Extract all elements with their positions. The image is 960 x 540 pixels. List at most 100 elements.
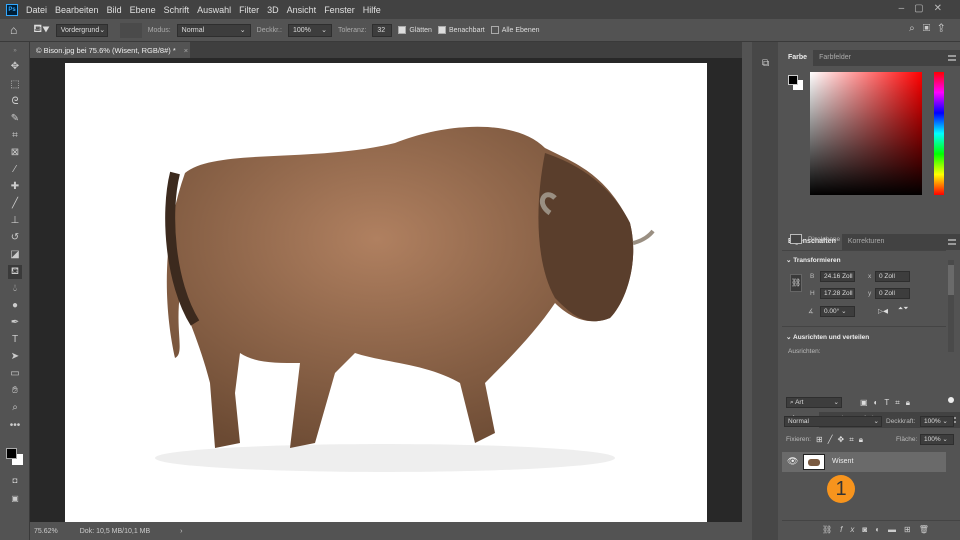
transform-section[interactable]: ⌄ Transformieren — [786, 256, 841, 264]
close-tab-icon[interactable]: × — [184, 46, 188, 55]
document-tab[interactable]: © Bison.jpg bei 75.6% (Wisent, RGB/8#) *… — [30, 42, 190, 58]
y-input[interactable]: 0 Zoll — [875, 288, 910, 299]
pen-tool-icon[interactable]: ✒ — [8, 316, 22, 330]
flip-horizontal-icon[interactable]: ▷◀ — [878, 307, 888, 315]
stamp-tool-icon[interactable]: ⊥ — [8, 214, 22, 228]
menu-ansicht[interactable]: Ansicht — [287, 5, 317, 15]
quick-mask-icon[interactable]: ◘ — [8, 474, 22, 488]
type-tool-icon[interactable]: T — [8, 333, 22, 347]
x-input[interactable]: 0 Zoll — [875, 271, 910, 282]
panel-menu-icon[interactable] — [948, 55, 956, 61]
all-layers-checkbox[interactable]: Alle Ebenen — [490, 26, 540, 34]
angle-input[interactable]: 0.00° ⌄ — [820, 306, 855, 317]
layer-filter-icons[interactable]: ▣◐T⌗🔒︎ — [860, 398, 916, 408]
visibility-eye-icon[interactable]: 👁︎ — [787, 456, 798, 467]
document-size: Dok: 10,5 MB/10,1 MB — [79, 527, 151, 535]
contiguous-checkbox[interactable]: Benachbart — [437, 26, 485, 34]
layer-filter-value: Art — [795, 399, 804, 406]
window-controls[interactable]: –▢✕ — [899, 3, 952, 14]
menu-bild[interactable]: Bild — [107, 5, 122, 15]
menu-bearbeiten[interactable]: Bearbeiten — [55, 5, 99, 15]
eraser-tool-icon[interactable]: ◪ — [8, 248, 22, 262]
menu-datei[interactable]: Datei — [26, 5, 47, 15]
smooth-checkbox[interactable]: Glätten — [398, 26, 432, 34]
height-input[interactable]: 17.28 Zoll — [820, 288, 855, 299]
menu-schrift[interactable]: Schrift — [164, 5, 190, 15]
frame-tool-icon[interactable]: ⊠ — [8, 146, 22, 160]
lasso-tool-icon[interactable]: ᘓ — [8, 95, 22, 109]
pixel-layer-icon — [790, 234, 802, 244]
layer-filter-select[interactable]: ⌕ Art ⌄ — [786, 397, 842, 408]
fill-source-value: Vordergrund — [60, 26, 100, 34]
home-icon[interactable]: ⌂ — [10, 23, 17, 37]
options-bar: ⌂ ⛾▾ Vordergrund ⌄ Modus: Normal ⌄ Deckkr.… — [0, 19, 960, 42]
color-field[interactable] — [810, 72, 922, 195]
x-label: x — [868, 273, 872, 280]
menu-auswahl[interactable]: Auswahl — [197, 5, 231, 15]
zoom-tool-icon[interactable]: ⌕ — [8, 401, 22, 415]
fill-input[interactable]: 100% ⌄ — [920, 434, 954, 445]
fill-source-select[interactable]: Vordergrund ⌄ — [55, 23, 108, 37]
properties-scrollbar[interactable] — [948, 260, 954, 352]
flip-vertical-icon[interactable]: ⏶⏷ — [898, 305, 908, 313]
move-tool-icon[interactable]: ✥ — [8, 60, 22, 74]
screen-mode-icon[interactable]: ▣ — [8, 492, 22, 506]
collapse-icon[interactable]: » — [8, 44, 22, 58]
search-workspace-share-icons[interactable]: ⌕▣⇪ — [909, 23, 952, 34]
toolbar: » ✥ ⬚ ᘓ ✎ ⌗ ⊠ ⁄ ✚ ╱ ⊥ ↺ ◪ ⛾ 💧︎ ● ✒ T ➤ ▭… — [0, 42, 30, 540]
layer-actions-bar[interactable]: ⛓fx◙◐▬⊞🗑︎ — [782, 520, 960, 540]
pattern-picker[interactable] — [119, 22, 142, 38]
photoshop-logo: Ps — [6, 3, 18, 16]
blend-mode-select[interactable]: Normal ⌄ — [784, 416, 882, 427]
color-foreground-swatch[interactable] — [788, 75, 798, 85]
opacity-value: 100% — [292, 26, 311, 34]
menu-3d[interactable]: 3D — [267, 5, 279, 15]
zoom-level[interactable]: 75.62% — [34, 528, 58, 535]
menu-ebene[interactable]: Ebene — [130, 5, 156, 15]
status-menu-arrow[interactable]: › — [180, 528, 182, 535]
layer-opacity-input[interactable]: 100% ⌄ — [920, 416, 954, 427]
tab-farbfelder[interactable]: Farbfelder — [813, 50, 857, 66]
crop-tool-icon[interactable]: ⌗ — [8, 129, 22, 143]
document-tab-title: © Bison.jpg bei 75.6% (Wisent, RGB/8#) * — [36, 45, 176, 55]
lock-label: Fixieren: — [786, 436, 811, 443]
healing-tool-icon[interactable]: ✚ — [8, 180, 22, 194]
tab-korrekturen[interactable]: Korrekturen — [842, 234, 891, 250]
hand-tool-icon[interactable]: ✋︎ — [8, 384, 22, 398]
lock-icons[interactable]: ⊞╱✥⌗🔒︎ — [816, 435, 868, 445]
history-brush-icon[interactable]: ↺ — [8, 231, 22, 245]
blur-tool-icon[interactable]: 💧︎ — [8, 282, 22, 296]
link-icon[interactable]: ⛓ — [790, 274, 802, 292]
dodge-tool-icon[interactable]: ● — [8, 299, 22, 313]
menu-fenster[interactable]: Fenster — [324, 5, 355, 15]
marquee-tool-icon[interactable]: ⬚ — [8, 78, 22, 92]
foreground-color-swatch[interactable] — [6, 448, 17, 459]
angle-icon: ∡ — [808, 308, 814, 315]
eyedropper-tool-icon[interactable]: ⁄ — [8, 163, 22, 177]
tolerance-input[interactable]: 32 — [372, 23, 393, 37]
collapsed-panel-strip: ⧉ — [752, 42, 778, 540]
mode-select[interactable]: Normal ⌄ — [176, 23, 251, 37]
quick-select-tool-icon[interactable]: ✎ — [8, 112, 22, 126]
hue-slider[interactable] — [934, 72, 944, 195]
panel-menu-icon[interactable] — [948, 239, 956, 245]
path-select-tool-icon[interactable]: ➤ — [8, 350, 22, 364]
paint-bucket-icon[interactable]: ⛾▾ — [33, 23, 49, 37]
more-tools-icon[interactable]: ••• — [8, 419, 22, 433]
align-section[interactable]: ⌄ Ausrichten und verteilen — [786, 333, 869, 341]
fill-label: Fläche: — [896, 436, 918, 443]
tab-farbe[interactable]: Farbe — [782, 50, 814, 66]
width-input[interactable]: 24.16 Zoll — [820, 271, 855, 282]
opacity-input[interactable]: 100% ⌄ — [287, 23, 332, 37]
menu-filter[interactable]: Filter — [239, 5, 259, 15]
paint-bucket-tool-icon[interactable]: ⛾ — [8, 265, 22, 279]
history-panel-icon[interactable]: ⧉ — [762, 58, 769, 69]
all-layers-label: Alle Ebenen — [501, 26, 540, 34]
bison-image[interactable] — [65, 63, 707, 522]
brush-tool-icon[interactable]: ╱ — [8, 197, 22, 211]
layer-row-wisent[interactable]: 👁︎ Wisent — [782, 452, 946, 472]
menu-hilfe[interactable]: Hilfe — [363, 5, 381, 15]
filter-toggle[interactable] — [948, 397, 954, 403]
rectangle-tool-icon[interactable]: ▭ — [8, 367, 22, 381]
layer-name: Wisent — [832, 458, 854, 465]
